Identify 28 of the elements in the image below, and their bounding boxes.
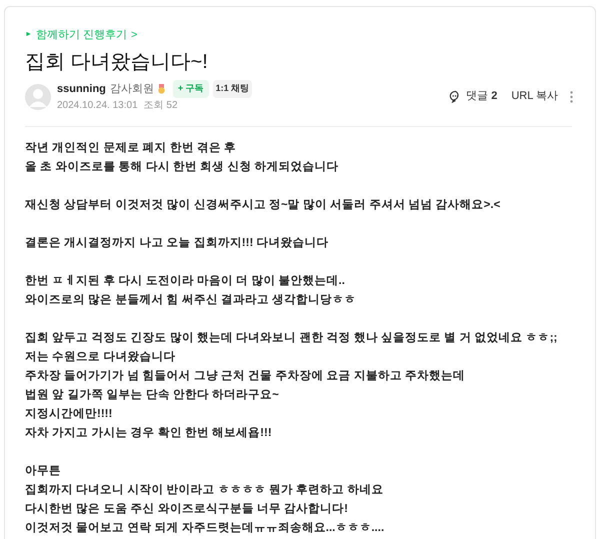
more-icon[interactable] <box>570 90 573 102</box>
body-line: 주차장 들어가기가 넘 힘들어서 그냥 근처 건물 주차장에 요금 지불하고 주차했는데 <box>25 368 466 384</box>
body-line: 집회까지 다녀오니 시작이 반이라고 ㅎㅎㅎㅎ 뭔가 후련하고 하네요 <box>25 482 384 498</box>
post-date: 2024.10.24. 13:01 <box>57 98 138 113</box>
comment-link[interactable]: 댓글 2 <box>466 88 498 105</box>
body-line: 와이즈로의 많은 분들께서 힘 써주신 결과라고 생각합니당ㅎㅎ <box>25 292 358 308</box>
body-line: 한번 ㅍㅔ지된 후 다시 도전이라 마음이 더 많이 불안했는데.. <box>25 274 346 288</box>
body-line: 올 초 와이즈로를 통해 다시 한번 회생 신청 하게되었습니다 <box>25 160 340 174</box>
body-line: 자차 가지고 가시는 경우 확인 한번 해보세욥!!! <box>25 426 273 440</box>
breadcrumb-chevron: > <box>131 28 138 43</box>
view-count: 조회 52 <box>144 98 178 113</box>
author-name[interactable]: ssunning <box>57 80 106 98</box>
body-line: 아무튼 <box>25 464 62 478</box>
url-copy-link[interactable]: URL 복사 <box>511 88 558 105</box>
body-line: 이것저것 물어보고 연락 되게 자주드렷는데ㅠㅠ죄송해요...ㅎㅎㅎ.... <box>25 520 386 536</box>
medal-icon <box>158 84 165 94</box>
body-line: 지정시간에만!!!! <box>25 406 114 422</box>
body-line: 집회 앞두고 걱정도 긴장도 많이 했는데 다녀와보니 괜한 걱정 했나 싶을정도로 별 거 없었네요 ㅎㅎ;; <box>25 330 558 346</box>
body-line: 결론은 개시결정까지 나고 오늘 집회까지!!! 다녀왔습니다 <box>25 236 330 250</box>
body-line: 재신청 상담부터 이것저것 많이 신경써주시고 정~말 많이 서둘러 주셔서 넘넘 감사해요>.< <box>25 198 502 212</box>
body-line: 저는 수원으로 다녀왔습니다 <box>25 350 176 364</box>
post-title: 집회 다녀왔습니다~! <box>25 50 209 74</box>
avatar-icon <box>25 84 51 110</box>
body-line: 다시한번 많은 도움 주신 와이즈로식구분들 너무 감사합니다! <box>25 502 349 516</box>
chat-button[interactable]: 1:1 채팅 <box>212 80 252 98</box>
body-line: 법원 앞 길가쪽 일부는 단속 안한다 하더라구요~ <box>25 388 280 402</box>
body-line: 작년 개인적인 문제로 폐지 한번 겪은 후 <box>25 140 238 156</box>
member-grade: 감사회원 <box>110 82 154 97</box>
